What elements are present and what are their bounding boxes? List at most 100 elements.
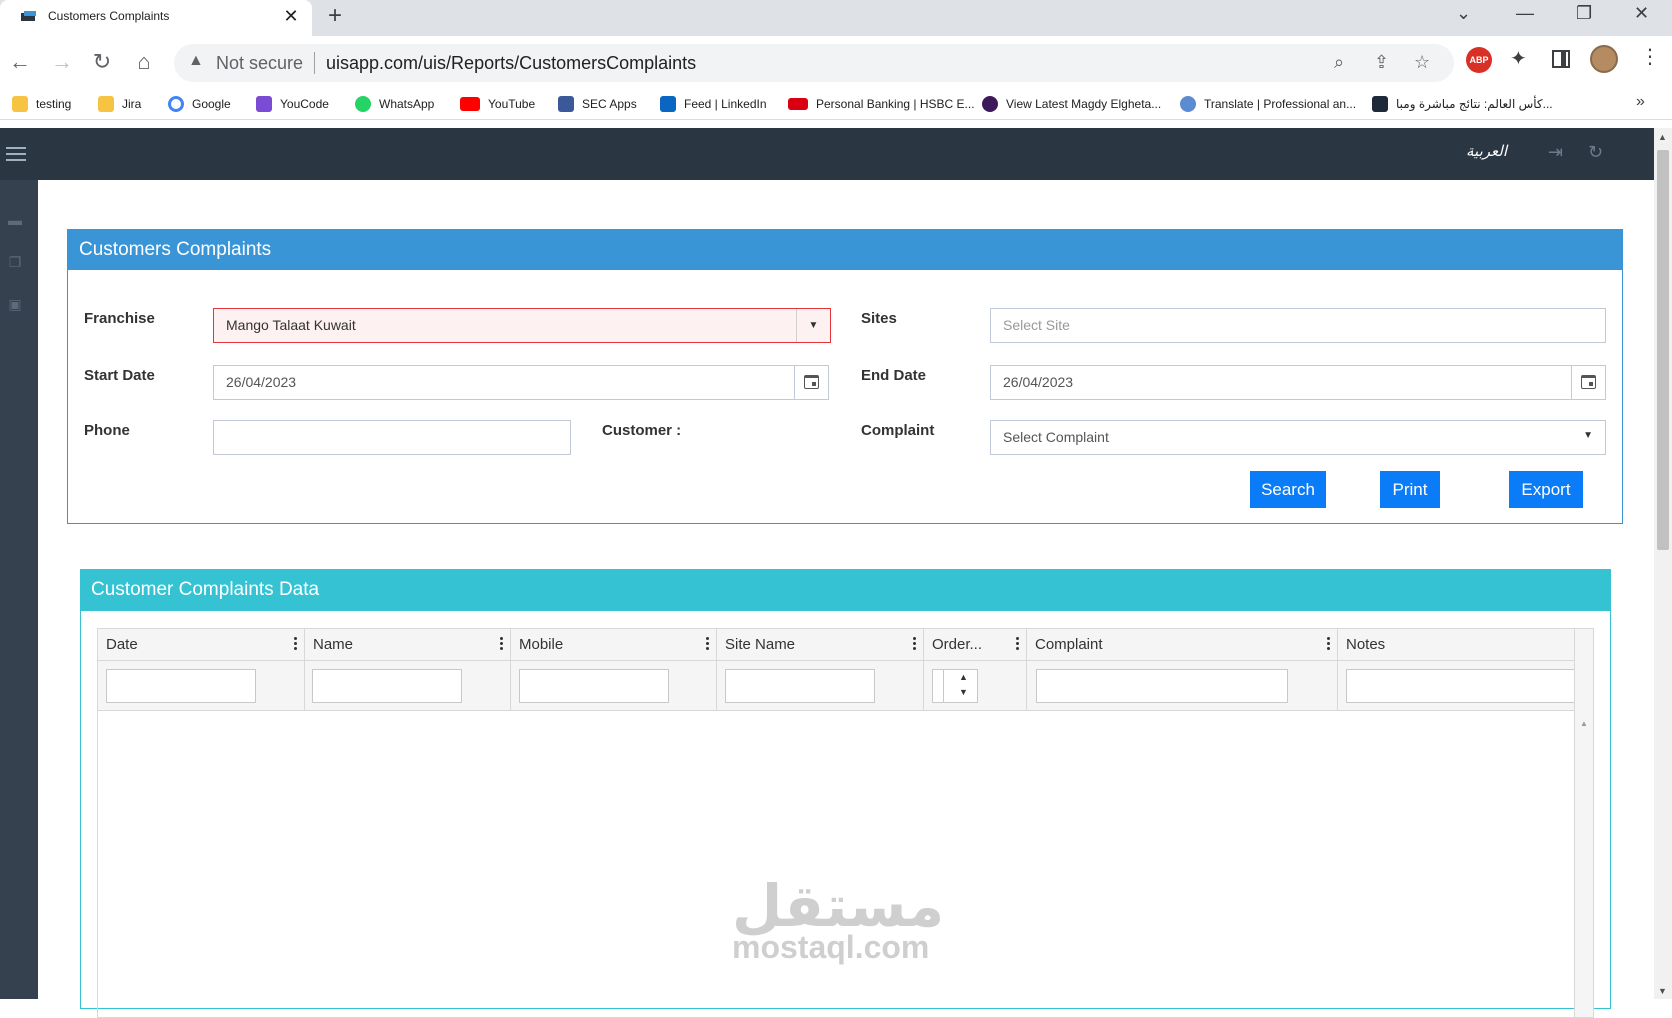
column-menu-icon[interactable] (913, 637, 917, 652)
chevron-down-icon[interactable]: ▼ (796, 309, 830, 342)
bookmark-testing[interactable]: testing (12, 94, 71, 114)
language-toggle[interactable]: العربية (1466, 142, 1507, 160)
date-filter-input[interactable] (106, 669, 256, 703)
scroll-thumb[interactable] (1657, 150, 1669, 550)
column-menu-icon[interactable] (1016, 637, 1020, 652)
forward-icon[interactable]: → (46, 46, 78, 78)
bookmark-translate[interactable]: Translate | Professional an... (1180, 94, 1356, 114)
column-header-name[interactable]: Name (305, 629, 511, 661)
app-header: العربية ⇥ ↻ (0, 128, 1654, 180)
stepper-up-icon[interactable]: ▲ (959, 672, 968, 682)
logout-icon[interactable]: ⇥ (1548, 142, 1563, 163)
complaint-filter-input[interactable] (1036, 669, 1288, 703)
column-header-order[interactable]: Order... (924, 629, 1027, 661)
column-header-mobile[interactable]: Mobile (511, 629, 717, 661)
watermark: مستقل mostaql.com (732, 877, 944, 963)
print-button[interactable]: Print (1380, 471, 1440, 508)
refresh-icon[interactable]: ↻ (1588, 142, 1603, 163)
zoom-icon[interactable]: ⌕ (1334, 52, 1344, 73)
order-filter-stepper[interactable]: ▲ ▼ (932, 669, 978, 703)
tab-close-icon[interactable]: ✕ (280, 6, 302, 27)
hamburger-menu-icon[interactable] (6, 147, 26, 161)
home-icon[interactable]: ⌂ (128, 46, 160, 78)
bookmark-livescore[interactable]: كأس العالم: نتائج مباشرة ومبا... (1372, 94, 1553, 114)
page-scrollbar[interactable]: ▲ ▼ (1654, 128, 1672, 999)
bookmark-premier-league[interactable]: View Latest Magdy Elgheta... (982, 94, 1161, 114)
bookmark-sec-apps[interactable]: SEC Apps (558, 94, 637, 114)
side-panel-icon[interactable] (1552, 50, 1570, 68)
phone-label: Phone (84, 422, 130, 439)
end-date-input[interactable]: 26/04/2023 (990, 365, 1606, 400)
end-date-label: End Date (861, 367, 927, 384)
hsbc-icon (788, 98, 808, 110)
bookmark-google[interactable]: Google (168, 94, 231, 114)
column-menu-icon[interactable] (294, 637, 298, 652)
column-header-site-name[interactable]: Site Name (717, 629, 924, 661)
calendar-icon (1581, 375, 1596, 389)
browser-tab[interactable]: Customers Complaints ✕ (0, 0, 312, 36)
reload-icon[interactable]: ↻ (86, 46, 118, 78)
data-panel-title: Customer Complaints Data (81, 570, 1610, 611)
adblock-plus-icon[interactable]: ABP (1466, 47, 1492, 73)
bookmark-linkedin[interactable]: Feed | LinkedIn (660, 94, 767, 114)
export-button[interactable]: Export (1509, 471, 1583, 508)
grid-scrollbar[interactable]: ▲ (1574, 629, 1593, 1017)
phone-icon[interactable]: ▣ (6, 296, 24, 312)
start-date-label: Start Date (84, 367, 155, 384)
omnibox-divider (314, 52, 315, 74)
column-header-complaint[interactable]: Complaint (1027, 629, 1338, 661)
chevron-down-icon[interactable]: ▼ (1583, 430, 1593, 441)
grid-scroll-up-icon[interactable]: ▲ (1580, 719, 1588, 728)
tab-search-chevron-icon[interactable]: ⌄ (1456, 3, 1471, 24)
column-header-date[interactable]: Date (98, 629, 305, 661)
minimize-icon[interactable]: — (1516, 3, 1534, 24)
complaint-placeholder: Select Complaint (1003, 429, 1109, 445)
briefcase-icon[interactable]: ▬ (6, 212, 24, 228)
extensions-icon[interactable]: ✦ (1510, 46, 1527, 71)
profile-avatar[interactable] (1590, 45, 1618, 73)
bookmark-whatsapp[interactable]: WhatsApp (355, 94, 434, 114)
site-name-filter-input[interactable] (725, 669, 875, 703)
share-icon[interactable]: ⇪ (1374, 52, 1389, 73)
bookmark-jira[interactable]: Jira (98, 94, 141, 114)
start-date-calendar-button[interactable] (794, 366, 828, 399)
warning-icon[interactable]: ▲ (188, 52, 204, 70)
notes-filter-input[interactable] (1346, 669, 1574, 703)
phone-input[interactable] (213, 420, 571, 455)
column-menu-icon[interactable] (500, 637, 504, 652)
new-tab-button[interactable]: + (328, 2, 342, 30)
grid-header-row: Date Name Mobile Site Name Order... Comp… (98, 629, 1574, 661)
bookmark-youtube[interactable]: YouTube (460, 94, 535, 114)
stepper-down-icon[interactable]: ▼ (959, 687, 968, 697)
address-bar[interactable]: ▲ Not secure uisapp.com/uis/Reports/Cust… (174, 44, 1454, 82)
column-header-notes[interactable]: Notes (1338, 629, 1574, 661)
bookmark-hsbc[interactable]: Personal Banking | HSBC E... (788, 94, 975, 114)
scroll-down-icon[interactable]: ▼ (1658, 986, 1667, 996)
franchise-select[interactable]: Mango Talaat Kuwait ▼ (213, 308, 831, 343)
column-menu-icon[interactable] (1327, 637, 1331, 652)
scroll-up-icon[interactable]: ▲ (1658, 132, 1667, 142)
mobile-filter-input[interactable] (519, 669, 669, 703)
sites-select[interactable]: Select Site (990, 308, 1606, 343)
end-date-calendar-button[interactable] (1571, 366, 1605, 399)
security-label[interactable]: Not secure (216, 53, 303, 74)
copy-icon[interactable]: ❐ (6, 254, 24, 270)
window-close-icon[interactable]: ✕ (1634, 3, 1649, 24)
name-filter-input[interactable] (312, 669, 462, 703)
back-icon[interactable]: ← (4, 46, 36, 78)
google-icon (168, 96, 184, 112)
complaint-select[interactable]: Select Complaint ▼ (990, 420, 1606, 455)
browser-menu-icon[interactable]: ⋮ (1640, 44, 1660, 69)
restore-icon[interactable]: ❐ (1576, 3, 1592, 24)
bookmark-star-icon[interactable]: ☆ (1414, 52, 1430, 73)
bookmark-youcode[interactable]: YouCode (256, 94, 329, 114)
sidebar: ▬ ❐ ▣ (0, 180, 38, 999)
sites-placeholder: Select Site (1003, 317, 1070, 333)
url-text[interactable]: uisapp.com/uis/Reports/CustomersComplain… (326, 53, 696, 74)
column-menu-icon[interactable] (706, 637, 710, 652)
start-date-input[interactable]: 26/04/2023 (213, 365, 829, 400)
bookmarks-overflow-icon[interactable]: » (1636, 93, 1645, 111)
site-favicon-icon (21, 11, 36, 21)
filter-cell-notes (1338, 661, 1574, 711)
search-button[interactable]: Search (1250, 471, 1326, 508)
